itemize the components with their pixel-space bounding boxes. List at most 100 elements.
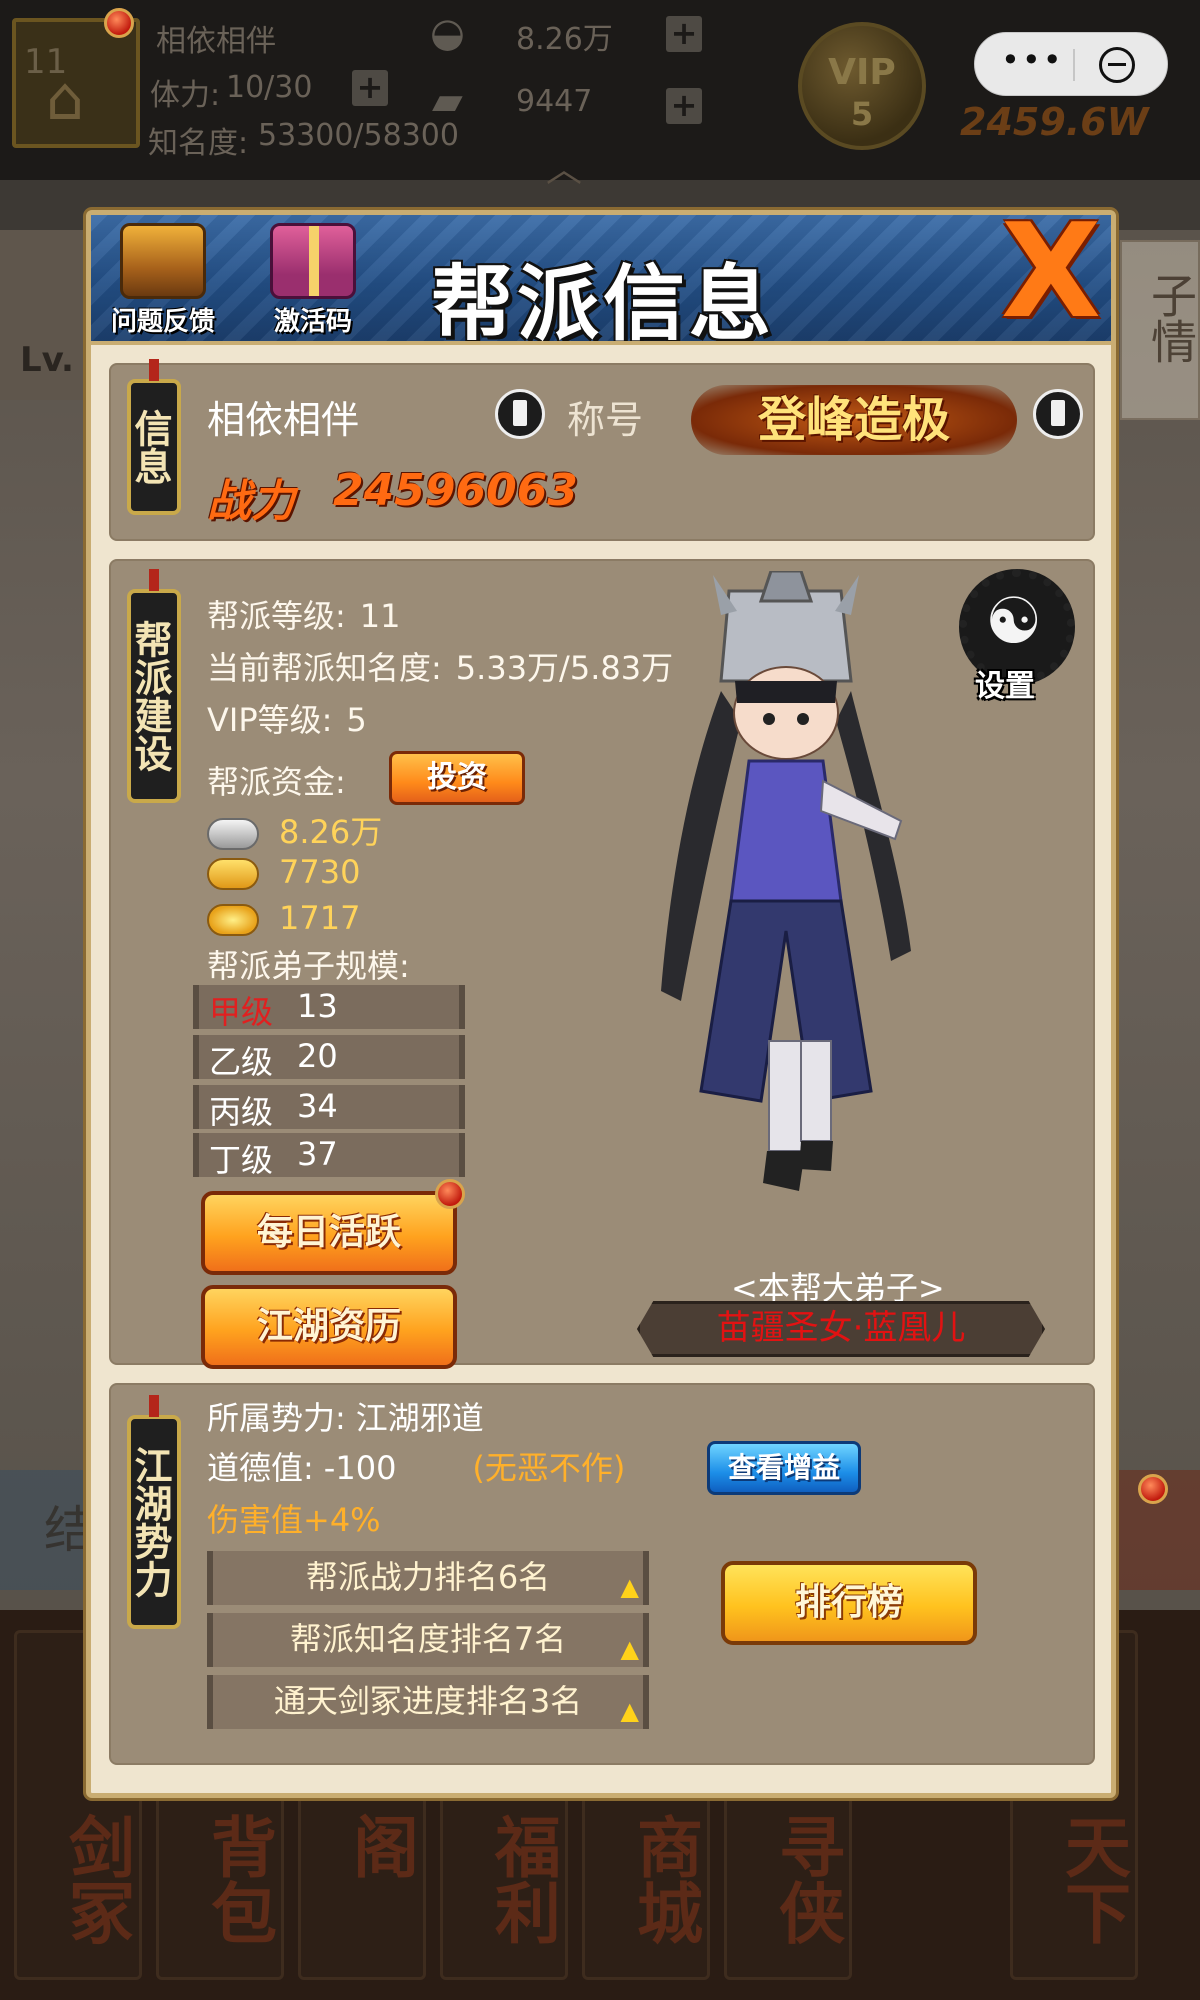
add-silver-button[interactable]: +	[666, 16, 702, 52]
guild-info-dialog: 问题反馈 激活码 帮派信息 X 信息 相依相伴 称号 登峰造极 战力 24596…	[86, 210, 1116, 1798]
feedback-button[interactable]: 问题反馈	[103, 223, 223, 341]
gold-bar-icon	[207, 858, 259, 890]
ranking-text: 帮派战力排名6名	[305, 1558, 551, 1596]
leaderboard-button[interactable]: 排行榜	[721, 1561, 977, 1645]
funds-gold-row: 7730	[207, 853, 360, 891]
morality-line: 道德值: -100 (无恶不作)	[207, 1443, 625, 1489]
player-name: 相依相伴	[156, 24, 276, 59]
funds-silver: 8.26万	[279, 813, 383, 851]
disciple-count: 20	[297, 1037, 338, 1075]
disciple-count: 34	[297, 1087, 338, 1125]
guild-level-label: 帮派等级:	[207, 597, 346, 635]
edit-name-icon[interactable]	[495, 389, 545, 439]
guild-funds-label: 帮派资金:	[207, 763, 346, 801]
left-side-strip: 结	[0, 1470, 100, 1590]
top-power-value: 2459.6W	[960, 100, 1149, 144]
morality-value: -100	[323, 1449, 397, 1487]
guild-fame-value: 5.33万/5.83万	[455, 649, 674, 687]
disciple-grade: 丁级	[209, 1141, 274, 1179]
tab-label: 剑冢	[58, 1813, 136, 1945]
dialog-title: 帮派信息	[431, 257, 776, 345]
member-name: 相依相伴	[207, 398, 360, 442]
top-gold-amount: 9447	[516, 84, 593, 119]
notification-dot	[435, 1179, 465, 1209]
change-title-icon[interactable]	[1033, 389, 1083, 439]
funds-silver-row: 8.26万	[207, 807, 382, 853]
top-disciple-name: 苗疆圣女·蓝凰儿	[637, 1301, 1045, 1357]
chevron-up-icon[interactable]: ︿	[546, 140, 582, 192]
gold-ingot-icon	[207, 904, 259, 936]
morality-description: (无恶不作)	[472, 1449, 626, 1487]
silver-ingot-icon	[207, 818, 259, 850]
close-dialog-button[interactable]: X	[991, 215, 1111, 336]
disciple-grade: 乙级	[209, 1043, 274, 1081]
faction-panel-tag: 江湖势力	[127, 1395, 181, 1629]
title-badge: 登峰造极	[691, 385, 1017, 455]
damage-bonus: 伤害值+4%	[207, 1501, 381, 1539]
vip-badge[interactable]: VIP 5	[798, 22, 926, 150]
right-side-tab-text: 子情	[1144, 272, 1198, 364]
funds-gold: 7730	[279, 853, 361, 891]
mini-program-capsule: •••	[974, 32, 1168, 96]
power-value: 24596063	[333, 465, 578, 516]
guild-build-panel: 帮派建设 帮派等级: 11 当前帮派知名度: 5.33万/5.83万 VIP等级: 5…	[109, 559, 1095, 1369]
disciple-row: 乙级 20	[193, 1035, 465, 1081]
vip-level-line: VIP等级: 5	[207, 695, 367, 741]
invest-button[interactable]: 投资	[389, 751, 525, 805]
close-mini-program-button[interactable]	[1099, 47, 1135, 83]
add-stamina-button[interactable]: +	[352, 70, 388, 106]
capsule-divider	[1073, 49, 1075, 81]
feedback-label: 问题反馈	[110, 307, 215, 337]
funds-ingot: 1717	[279, 899, 361, 937]
jianghu-record-button[interactable]: 江湖资历	[201, 1285, 457, 1369]
gold-bar-icon: ▰	[432, 78, 463, 124]
ranking-row: 帮派知名度排名7名 ▲	[207, 1613, 649, 1667]
ranking-text: 帮派知名度排名7名	[289, 1620, 567, 1658]
tab-label: 商城	[626, 1813, 704, 1945]
tab-label: 天下	[1054, 1813, 1132, 1945]
guild-fame-line: 当前帮派知名度: 5.33万/5.83万	[207, 643, 673, 689]
house-icon: ⌂	[46, 64, 85, 134]
disciple-grade: 丙级	[209, 1093, 274, 1131]
right-side-tab: 子情	[1120, 240, 1200, 420]
faction-value: 江湖邪道	[355, 1399, 484, 1437]
disciple-count: 37	[297, 1135, 338, 1173]
ranking-row: 通天剑冢进度排名3名 ▲	[207, 1675, 649, 1729]
tab-label: 背包	[200, 1813, 278, 1945]
guild-level-line: 帮派等级: 11	[207, 591, 401, 637]
stamina-label: 体力:	[150, 78, 221, 113]
silver-ingot-icon: ◒	[430, 10, 465, 56]
disciple-count: 13	[297, 987, 338, 1025]
notification-dot	[104, 8, 134, 38]
gift-box-icon	[270, 223, 356, 299]
guild-build-panel-tag: 帮派建设	[127, 569, 181, 803]
morality-label: 道德值:	[207, 1449, 314, 1487]
title-label: 称号	[567, 398, 644, 442]
guild-level-value: 11	[359, 597, 401, 635]
settings-label: 设置	[975, 669, 1035, 704]
faction-line: 所属势力: 江湖邪道	[207, 1393, 484, 1439]
activation-code-button[interactable]: 激活码	[253, 223, 373, 341]
more-options-button[interactable]: •••	[1001, 41, 1064, 79]
avatar-level-fragment: Lv.	[20, 340, 74, 380]
info-panel: 信息 相依相伴 称号 登峰造极 战力 24596063	[109, 359, 1095, 541]
arrow-up-icon: ▲	[620, 1635, 639, 1663]
funds-ingot-row: 1717	[207, 899, 360, 937]
daily-active-button[interactable]: 每日活跃	[201, 1191, 457, 1275]
activation-code-label: 激活码	[273, 307, 352, 337]
settings-button[interactable]: 设置	[955, 569, 1079, 704]
tab-label: 福利	[484, 1813, 562, 1945]
disciple-row: 甲级 13	[193, 985, 465, 1031]
ranking-row: 帮派战力排名6名 ▲	[207, 1551, 649, 1605]
tab-label: 寻侠	[768, 1813, 846, 1945]
vip-level: 5	[850, 95, 874, 133]
stamina-value: 10/30	[226, 70, 313, 105]
power-label: 战力	[207, 476, 295, 527]
vip-label: VIP	[828, 52, 896, 93]
fame-value: 53300/58300	[258, 118, 459, 153]
disciple-row: 丙级 34	[193, 1085, 465, 1131]
view-boost-button[interactable]: 查看增益	[707, 1441, 861, 1495]
add-gold-button[interactable]: +	[666, 88, 702, 124]
faction-panel: 江湖势力 所属势力: 江湖邪道 道德值: -100 (无恶不作) 查看增益 伤害值+4…	[109, 1383, 1095, 1765]
dialog-header: 问题反馈 激活码 帮派信息 X	[91, 215, 1111, 345]
